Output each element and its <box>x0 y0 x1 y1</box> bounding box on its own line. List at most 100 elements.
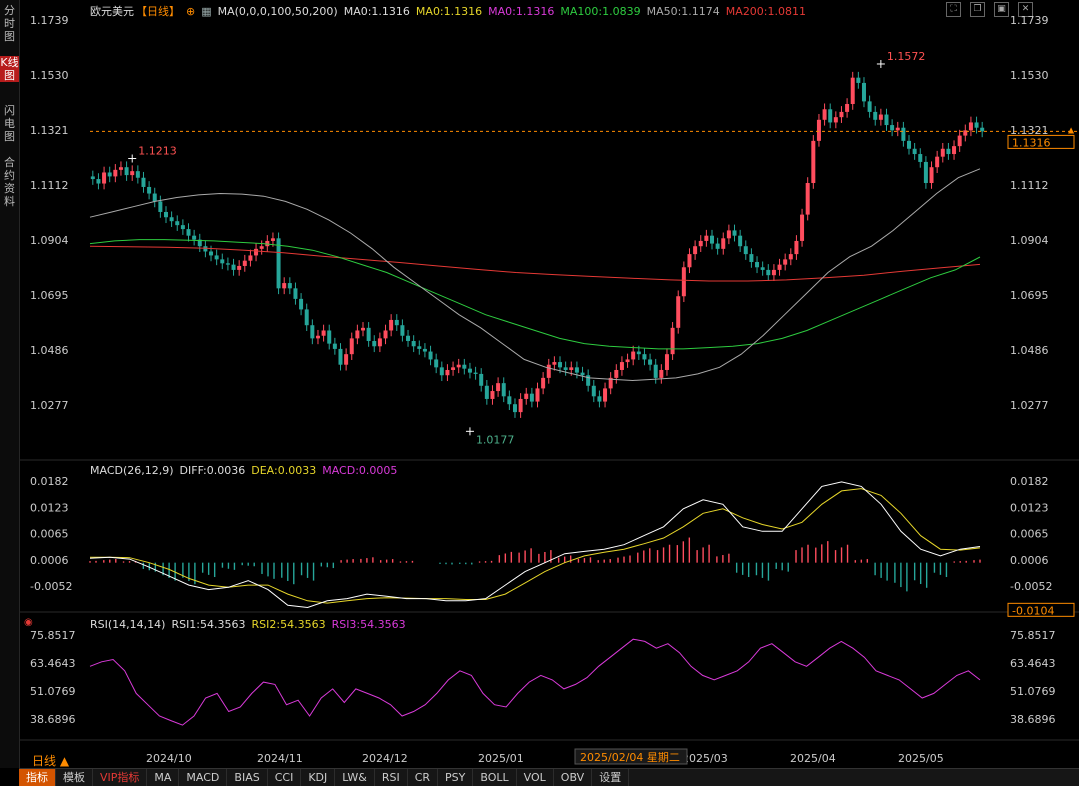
candle-body <box>676 296 681 328</box>
candle-body <box>591 385 596 397</box>
candle-body <box>242 260 247 266</box>
candle-body <box>783 259 788 265</box>
candle-body <box>107 172 112 177</box>
left-sidebar: 分时图 K线图 闪电图 合约资料 <box>0 0 20 768</box>
candle-body <box>102 172 107 184</box>
macd-diff-line <box>89 481 981 609</box>
macd-tick-right: 0.0006 <box>1010 554 1049 567</box>
candle-body <box>878 114 883 120</box>
candle-body <box>248 255 253 261</box>
price-tick-right: 1.0277 <box>1010 399 1049 412</box>
candle-body <box>467 368 472 373</box>
candle-body <box>631 351 636 360</box>
candle-body <box>541 377 546 389</box>
candle-body <box>721 238 726 249</box>
bottom-tab-14[interactable]: OBV <box>554 769 593 786</box>
candle-body <box>800 214 805 241</box>
rsi-line <box>89 638 981 726</box>
bottom-tab-15[interactable]: 设置 <box>592 769 630 786</box>
bottom-tab-10[interactable]: CR <box>408 769 439 786</box>
candle-body <box>704 235 709 241</box>
candle-body <box>479 373 484 386</box>
bottom-tab-2[interactable]: VIP指标 <box>93 769 148 786</box>
price-tick-left: 1.1739 <box>30 14 69 27</box>
tab-flash-chart[interactable]: 闪电图 <box>0 104 19 143</box>
bottom-tab-0[interactable]: 指标 <box>19 769 56 786</box>
candle-body <box>698 240 703 247</box>
chart-canvas[interactable]: 1.1739 1.17391.1530 1.15301.1321 1.13211.11… <box>20 0 1079 768</box>
candle-body <box>597 396 602 402</box>
ma100-line <box>89 239 981 350</box>
candle-body <box>811 140 816 184</box>
price-tick-left: 1.1321 <box>30 124 69 137</box>
candle-body <box>315 335 320 339</box>
candle-body <box>856 77 861 83</box>
bottom-tab-9[interactable]: RSI <box>375 769 408 786</box>
bottom-tab-12[interactable]: BOLL <box>473 769 517 786</box>
bottom-tab-4[interactable]: MACD <box>179 769 228 786</box>
tab-contract-info[interactable]: 合约资料 <box>0 156 19 208</box>
candle-body <box>113 169 118 177</box>
candle-body <box>428 351 433 360</box>
candle-body <box>152 193 157 202</box>
candle-body <box>377 338 382 347</box>
tab-kline-chart[interactable]: K线图 <box>0 56 19 82</box>
bottom-tab-6[interactable]: CCI <box>268 769 302 786</box>
rsi-tick-left: 38.6896 <box>30 713 76 726</box>
candle-body <box>923 161 928 184</box>
candle-body <box>456 364 461 368</box>
price-tick-right: 1.1739 <box>1010 14 1049 27</box>
bottom-tab-11[interactable]: PSY <box>438 769 474 786</box>
candle-body <box>135 171 140 178</box>
rsi-tick-right: 63.4643 <box>1010 657 1056 670</box>
candle-body <box>175 221 180 226</box>
ma50-line <box>89 168 981 382</box>
bottom-tab-13[interactable]: VOL <box>517 769 554 786</box>
candle-body <box>653 364 658 378</box>
candle-body <box>867 101 872 112</box>
candle-body <box>321 330 326 336</box>
candle-body <box>845 104 850 112</box>
current-price-label: 1.1316 <box>1012 136 1051 149</box>
tab-time-chart[interactable]: 分时图 <box>0 4 19 43</box>
price-tick-left: 1.0695 <box>30 289 69 302</box>
period-selector[interactable]: 日线 ▲ <box>32 752 69 769</box>
candle-body <box>766 269 771 276</box>
candle-body <box>709 235 714 244</box>
candle-body <box>287 283 292 289</box>
candle-body <box>231 264 236 270</box>
bottom-tab-5[interactable]: BIAS <box>227 769 268 786</box>
candle-body <box>760 267 765 270</box>
candle-body <box>771 269 776 276</box>
candle-body <box>96 179 101 184</box>
bottom-tab-8[interactable]: LW& <box>335 769 375 786</box>
x-axis-label: 2025/01 <box>478 752 524 765</box>
macd-tick-left: 0.0182 <box>30 475 69 488</box>
bottom-tab-3[interactable]: MA <box>147 769 180 786</box>
candle-body <box>158 201 163 212</box>
candle-body <box>417 346 422 349</box>
candle-body <box>940 148 945 157</box>
candle-body <box>192 235 197 240</box>
candle-body <box>901 127 906 141</box>
candle-body <box>912 148 917 155</box>
candle-body <box>473 372 478 374</box>
macd-tick-right: 0.0065 <box>1010 528 1049 541</box>
bottom-tab-7[interactable]: KDJ <box>301 769 336 786</box>
candle-body <box>777 264 782 270</box>
candle-body <box>524 393 529 399</box>
candle-body <box>203 246 208 252</box>
candle-body <box>383 330 388 339</box>
candle-body <box>614 369 619 378</box>
candle-body <box>169 217 174 222</box>
price-tick-left: 1.0904 <box>30 234 69 247</box>
candle-body <box>518 398 523 413</box>
bottom-tab-1[interactable]: 模板 <box>56 769 93 786</box>
candle-body <box>163 211 168 218</box>
candle-body <box>270 238 275 241</box>
candle-body <box>873 111 878 120</box>
candle-body <box>338 348 343 365</box>
x-axis-label: 2024/11 <box>257 752 303 765</box>
candle-body <box>130 171 135 176</box>
candle-body <box>839 111 844 118</box>
